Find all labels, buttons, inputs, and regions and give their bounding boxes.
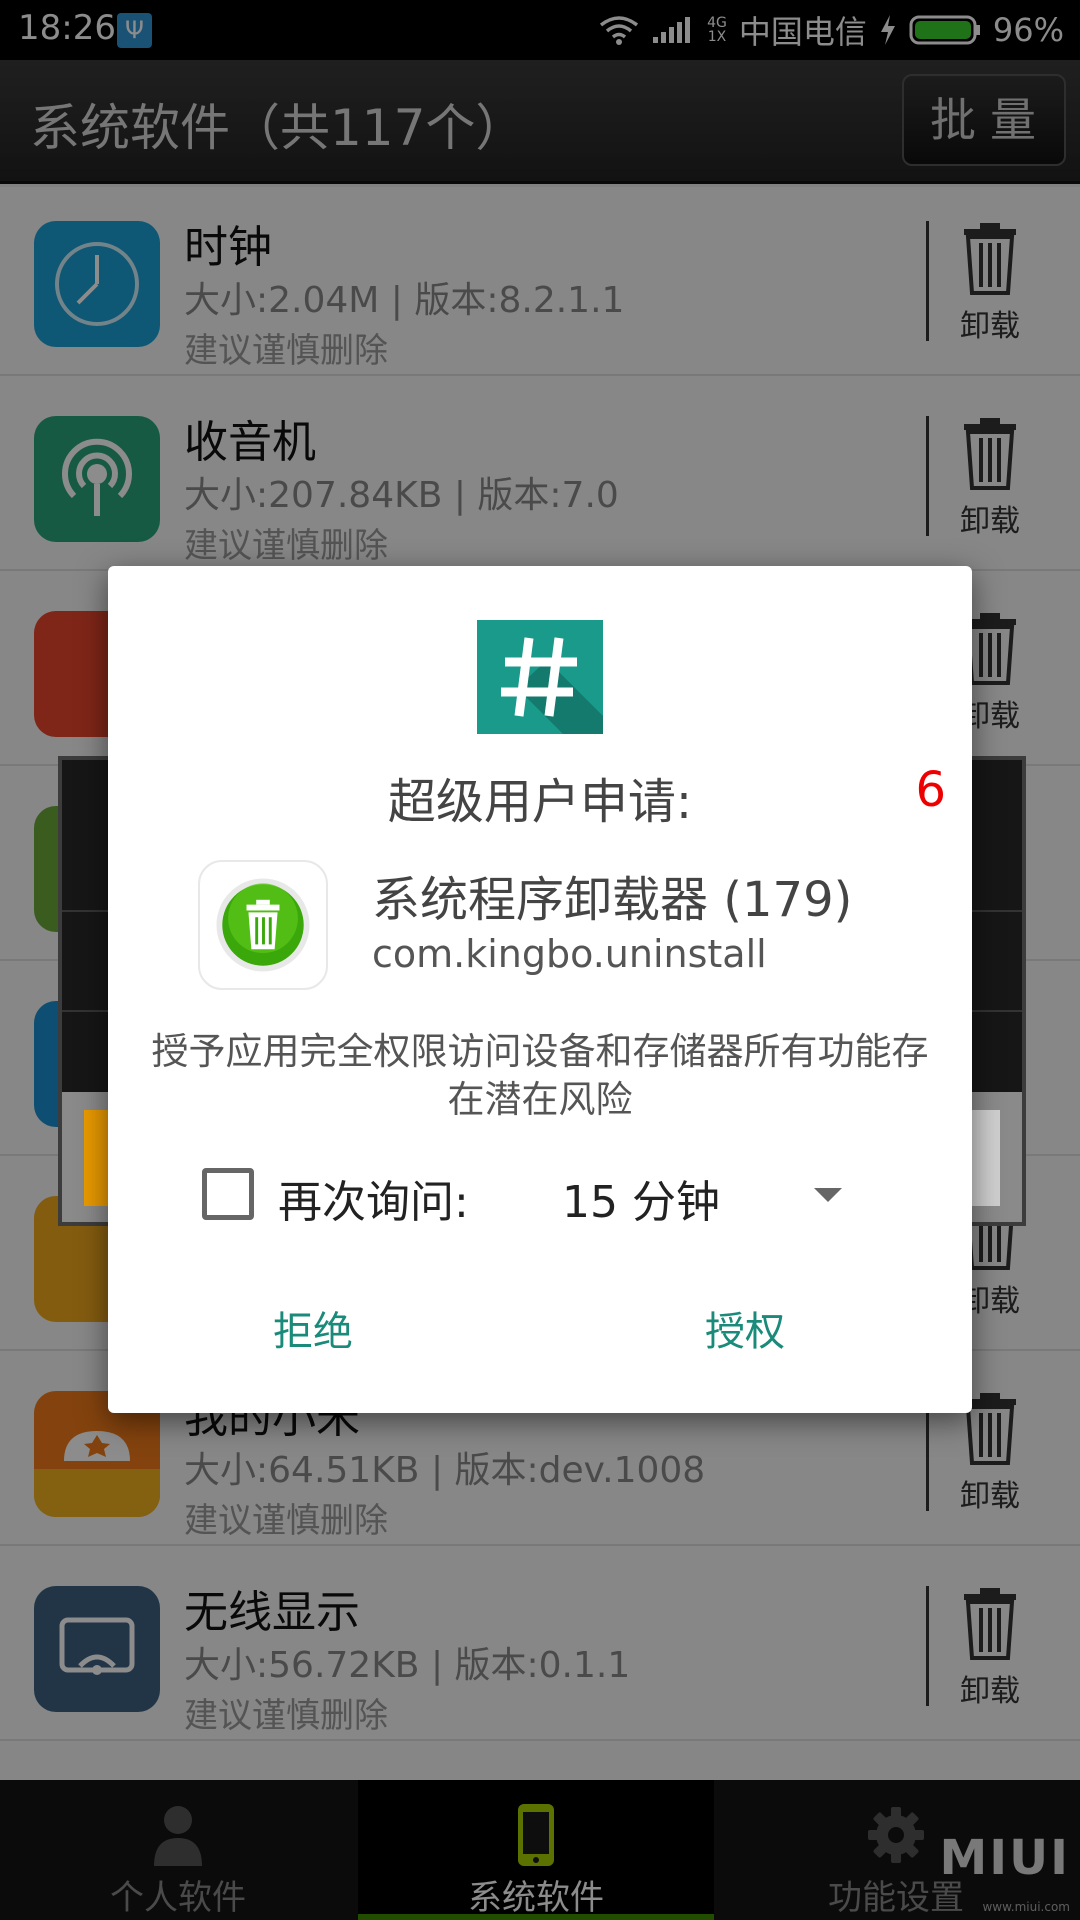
ask-again-checkbox[interactable] xyxy=(202,1168,254,1220)
duration-select[interactable]: 15 分钟 xyxy=(562,1166,720,1230)
countdown-timer: 6 xyxy=(915,762,946,818)
requester-package-name: com.kingbo.uninstall xyxy=(372,932,767,976)
grant-button[interactable]: 授权 xyxy=(660,1296,830,1368)
requester-app-icon xyxy=(198,860,328,990)
risk-warning: 授予应用完全权限访问设备和存储器所有功能存在潜在风险 xyxy=(151,1030,929,1121)
dialog-title: 超级用户申请: xyxy=(387,774,693,830)
requester-app-name: 系统程序卸载器 (179) xyxy=(372,872,853,928)
ask-again-label: 再次询问: xyxy=(278,1177,469,1228)
trash-app-icon xyxy=(216,878,310,972)
superuser-request-dialog: 超级用户申请: 6 系统程序卸载器 (179) com.kingbo.unins… xyxy=(108,566,972,1413)
dropdown-arrow-icon[interactable] xyxy=(812,1186,844,1204)
superuser-hash-icon xyxy=(477,620,603,734)
deny-button[interactable]: 拒绝 xyxy=(228,1296,398,1368)
